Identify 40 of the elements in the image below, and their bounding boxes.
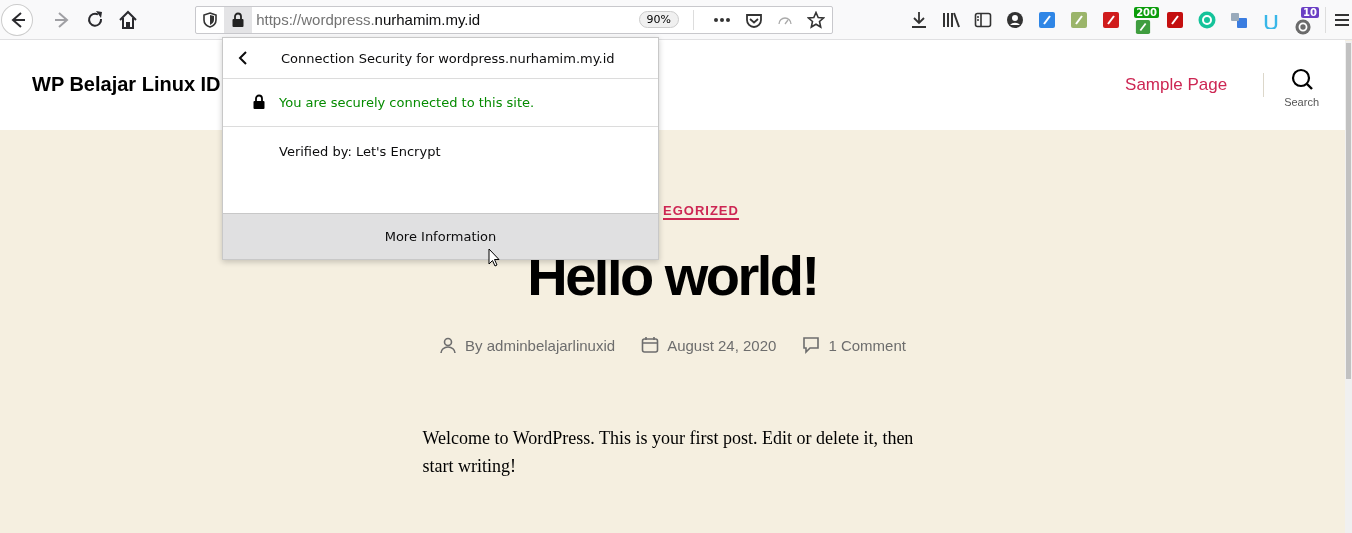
post-paragraph: Welcome to WordPress. This is your first post. Edit or delete it, then start writing!	[422, 427, 915, 478]
comments-link[interactable]: 1 Comment	[828, 336, 906, 354]
person-icon	[439, 336, 458, 354]
extension-circle-icon[interactable]	[1295, 18, 1311, 35]
post-author[interactable]: By adminbelajarlinuxid	[465, 336, 616, 354]
calendar-icon	[641, 336, 660, 354]
search-icon	[1290, 68, 1313, 90]
pocket-icon[interactable]	[745, 11, 763, 28]
extension-tile-icon[interactable]	[1038, 10, 1056, 29]
security-status: You are securely connected to this site.	[279, 95, 535, 110]
comment-icon	[802, 336, 821, 354]
shield-icon	[203, 11, 218, 28]
nav-link[interactable]: Sample Page	[1125, 75, 1228, 95]
more-information-button[interactable]: More Information	[223, 213, 658, 259]
address-field[interactable]: https://wordpress.nurhamim.my.id 90%	[195, 5, 833, 34]
extension-tile-icon[interactable]	[1135, 18, 1151, 35]
category-link[interactable]: EGORIZED	[663, 203, 739, 220]
search-button[interactable]: Search	[1284, 62, 1319, 108]
badge-count: 200	[1134, 6, 1159, 18]
scrollbar-thumb[interactable]	[1346, 43, 1351, 379]
back-chevron-icon	[238, 51, 248, 65]
translate-icon[interactable]	[1230, 10, 1248, 29]
extension-tile-icon[interactable]	[1102, 10, 1120, 29]
sidebar-icon[interactable]	[974, 10, 992, 29]
site-title[interactable]: WP Belajar Linux ID	[32, 73, 221, 96]
account-icon[interactable]	[1006, 10, 1024, 29]
popup-title: Connection Security for wordpress.nurhamim.my.id	[281, 50, 615, 66]
zoom-level-button[interactable]: 90%	[638, 11, 679, 28]
menu-icon[interactable]	[1334, 12, 1350, 27]
badge-count: 10	[1301, 6, 1319, 18]
star-icon[interactable]	[807, 10, 825, 29]
extension-tile-icon[interactable]	[1166, 10, 1184, 29]
library-icon[interactable]	[942, 10, 960, 29]
back-button[interactable]	[1, 3, 33, 36]
download-icon[interactable]	[910, 10, 928, 29]
lock-icon	[253, 93, 265, 109]
verifier-text: Verified by: Let's Encrypt	[279, 144, 441, 159]
post-date: August 24, 2020	[667, 336, 777, 354]
lock-icon[interactable]	[232, 12, 245, 27]
extension-tile-icon[interactable]	[1070, 10, 1088, 29]
